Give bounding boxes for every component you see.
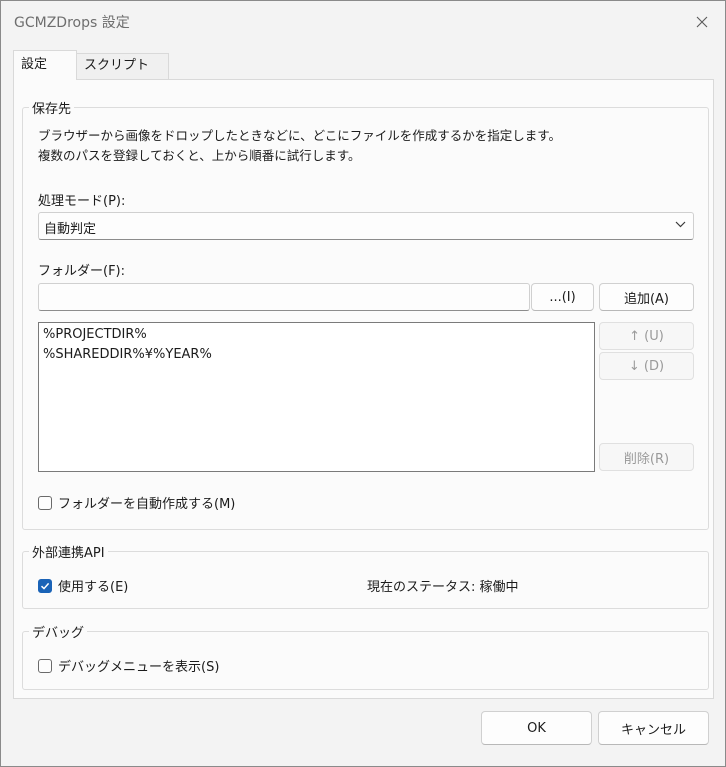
ok-button[interactable]: OK xyxy=(481,711,592,745)
use-api-label: 使用する(E) xyxy=(58,580,129,595)
auto-create-checkbox-box[interactable] xyxy=(38,495,52,510)
show-debug-menu-checkbox-box[interactable] xyxy=(38,658,52,673)
description-line-1: ブラウザーから画像をドロップしたときなどに、どこにファイルを作成するかを指定しま… xyxy=(38,128,562,143)
folder-list[interactable]: %PROJECTDIR% %SHAREDDIR%¥%YEAR% xyxy=(38,322,595,472)
title-bar: GCMZDrops 設定 xyxy=(1,1,725,43)
close-button[interactable] xyxy=(689,9,715,35)
external-api-group-label: 外部連携API xyxy=(29,542,108,561)
folder-input[interactable] xyxy=(38,283,530,311)
use-api-checkbox[interactable]: 使用する(E) xyxy=(38,576,128,595)
add-button[interactable]: 追加(A) xyxy=(599,283,694,311)
debug-group: デバッグ デバッグメニューを表示(S) xyxy=(22,622,709,690)
tab-settings[interactable]: 設定 xyxy=(13,50,77,80)
tab-script-info[interactable]: スクリプト情報 xyxy=(77,53,169,97)
mode-select[interactable]: 自動判定 xyxy=(38,212,694,240)
api-status-text: 現在のステータス: 稼働中 xyxy=(367,580,519,595)
move-down-button[interactable]: ↓ (D) xyxy=(599,352,694,380)
show-debug-menu-label: デバッグメニューを表示(S) xyxy=(58,660,220,675)
list-item[interactable]: %SHAREDDIR%¥%YEAR% xyxy=(43,345,590,365)
auto-create-label: フォルダーを自動作成する(M) xyxy=(58,497,236,512)
show-debug-menu-checkbox[interactable]: デバッグメニューを表示(S) xyxy=(38,656,219,675)
list-item[interactable]: %PROJECTDIR% xyxy=(43,325,590,345)
auto-create-folder-checkbox[interactable]: フォルダーを自動作成する(M) xyxy=(38,493,235,512)
description-line-2: 複数のパスを登録しておくと、上から順番に試行します。 xyxy=(38,148,361,163)
move-up-button[interactable]: ↑ (U) xyxy=(599,322,694,350)
cancel-button[interactable]: キャンセル xyxy=(598,711,709,745)
delete-button[interactable]: 削除(R) xyxy=(599,443,694,471)
mode-label: 処理モード(P): xyxy=(38,194,126,209)
browse-button[interactable]: ...(I) xyxy=(531,283,594,311)
close-icon xyxy=(696,16,708,28)
settings-tab-panel: 保存先 ブラウザーから画像をドロップしたときなどに、どこにファイルを作成するかを… xyxy=(13,79,714,699)
chevron-down-icon xyxy=(675,221,686,228)
save-destination-group: 保存先 ブラウザーから画像をドロップしたときなどに、どこにファイルを作成するかを… xyxy=(22,98,709,530)
save-destination-group-label: 保存先 xyxy=(29,98,75,117)
save-destination-description: ブラウザーから画像をドロップしたときなどに、どこにファイルを作成するかを指定しま… xyxy=(38,126,698,166)
use-api-checkbox-box[interactable] xyxy=(38,578,52,593)
debug-group-label: デバッグ xyxy=(29,622,88,641)
window-title: GCMZDrops 設定 xyxy=(14,15,130,31)
folder-label: フォルダー(F): xyxy=(38,264,126,279)
checkmark-icon xyxy=(40,582,50,590)
external-api-group: 外部連携API 使用する(E) 現在のステータス: 稼働中 xyxy=(22,542,709,609)
settings-dialog: GCMZDrops 設定 設定 スクリプト情報 保存先 ブラウザーから画像をドロ… xyxy=(0,0,726,767)
mode-select-value: 自動判定 xyxy=(44,222,97,237)
